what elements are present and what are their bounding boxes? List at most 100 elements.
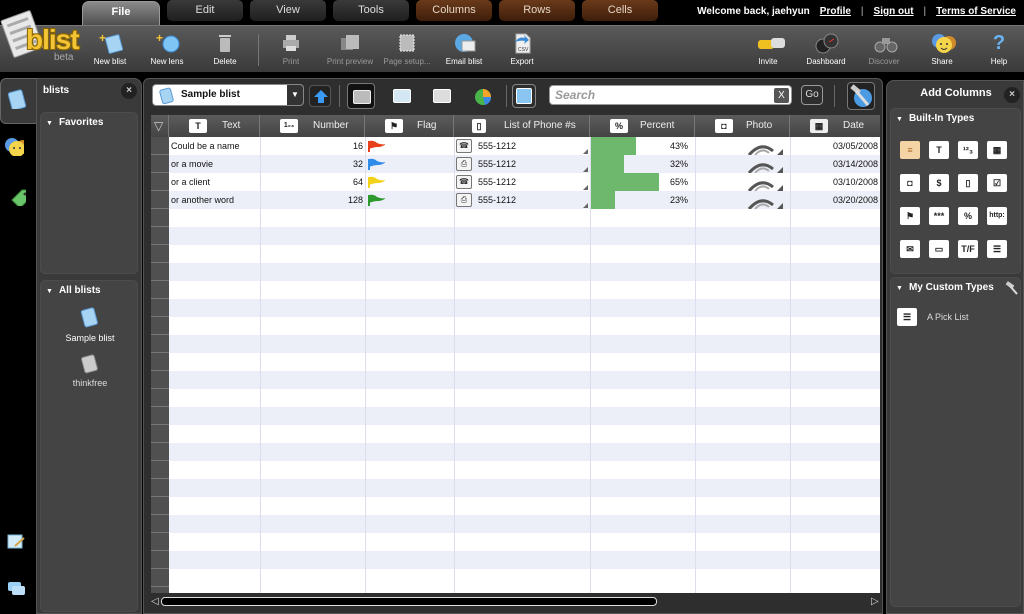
print-button[interactable]: Print (261, 32, 321, 66)
table-row[interactable] (169, 569, 880, 587)
row-handle[interactable] (151, 317, 169, 335)
search-field[interactable]: Search X (549, 85, 792, 105)
flag-icon[interactable] (367, 176, 385, 188)
clear-search-button[interactable]: X (774, 88, 789, 103)
cell-percent[interactable]: 43% (592, 137, 688, 155)
table-row[interactable] (169, 299, 880, 317)
table-row[interactable] (169, 227, 880, 245)
details-view-button[interactable] (512, 84, 536, 108)
delete-button[interactable]: Delete (195, 32, 255, 66)
tab-file[interactable]: File (82, 1, 160, 27)
cell-number[interactable]: 32 (262, 155, 363, 173)
row-handle[interactable] (151, 569, 169, 587)
column-type-phone-icon[interactable]: ▯ (958, 174, 978, 192)
table-row[interactable] (169, 245, 880, 263)
column-header-date[interactable]: ▦ Date (790, 115, 880, 137)
column-header-text[interactable]: T Text (169, 115, 260, 137)
close-panel-button[interactable]: × (121, 83, 137, 99)
up-arrow-button[interactable] (309, 85, 331, 107)
custom-types-header[interactable]: ▼ My Custom Types (896, 282, 994, 293)
table-row[interactable] (169, 461, 880, 479)
row-handle[interactable] (151, 479, 169, 497)
chat-bubbles-icon[interactable] (7, 580, 27, 600)
table-row[interactable] (169, 263, 880, 281)
cell-phone[interactable]: 555-1212 (478, 191, 574, 209)
cell-text[interactable]: Could be a name (171, 137, 258, 155)
tab-rows[interactable]: Rows (499, 0, 575, 21)
export-button[interactable]: CSV Export (492, 32, 552, 66)
column-type-percent-icon[interactable]: % (958, 207, 978, 225)
table-row[interactable] (169, 281, 880, 299)
tag-tab-icon[interactable] (6, 186, 26, 206)
row-handle[interactable] (151, 299, 169, 317)
column-type-url-icon[interactable]: http: (987, 207, 1007, 225)
cell-number[interactable]: 128 (262, 191, 363, 209)
column-header-photo[interactable]: ◘ Photo (695, 115, 790, 137)
row-handle[interactable] (151, 407, 169, 425)
column-type-checkbox-icon[interactable]: ☑ (987, 174, 1007, 192)
cell-expand-handle[interactable] (583, 203, 588, 208)
scrollbar-thumb[interactable] (161, 597, 657, 606)
new-lens-button[interactable]: + New lens (137, 31, 197, 66)
column-type-money-icon[interactable]: $ (929, 174, 949, 192)
table-row[interactable] (169, 317, 880, 335)
cell-date[interactable]: 03/14/2008 (792, 155, 878, 173)
cell-date[interactable]: 03/10/2008 (792, 173, 878, 191)
column-tools-button[interactable] (847, 82, 875, 110)
tab-columns[interactable]: Columns (416, 0, 492, 21)
row-handle[interactable] (151, 353, 169, 371)
photo-placeholder-icon[interactable] (747, 139, 783, 155)
cell-phone[interactable]: 555-1212 (478, 155, 574, 173)
flag-icon[interactable] (367, 140, 385, 152)
table-row[interactable] (169, 443, 880, 461)
row-handle[interactable] (151, 551, 169, 569)
cell-percent[interactable]: 23% (592, 191, 688, 209)
print-preview-button[interactable]: Print preview (320, 32, 380, 66)
photo-placeholder-icon[interactable] (747, 157, 783, 173)
discover-button[interactable]: Discover (854, 32, 914, 66)
column-header-number[interactable]: 1₂₃ Number (260, 115, 365, 137)
edit-note-icon[interactable] (7, 533, 27, 553)
page-setup-button[interactable]: Page setup... (377, 32, 437, 66)
cell-text[interactable]: or a client (171, 173, 258, 191)
row-handle[interactable] (151, 371, 169, 389)
cell-number[interactable]: 16 (262, 137, 363, 155)
row-handle[interactable] (151, 497, 169, 515)
table-row[interactable] (169, 371, 880, 389)
chart-view-button[interactable] (469, 83, 497, 109)
column-type-stars-icon[interactable]: *** (929, 207, 949, 225)
email-blist-button[interactable]: Email blist (434, 32, 494, 66)
cell-phone[interactable]: 555-1212 (478, 137, 574, 155)
column-type-email-icon[interactable]: ✉ (900, 240, 920, 258)
table-row[interactable] (169, 533, 880, 551)
column-type-flag-icon[interactable]: ⚑ (900, 207, 920, 225)
dashboard-button[interactable]: Dashboard (796, 32, 856, 66)
calendar-view-button[interactable] (428, 83, 456, 109)
cell-percent[interactable]: 32% (592, 155, 688, 173)
table-row[interactable] (169, 515, 880, 533)
blist-item-thinkfree[interactable]: thinkfree (41, 354, 139, 388)
blists-tab[interactable] (0, 78, 36, 124)
sign-out-link[interactable]: Sign out (874, 6, 914, 17)
column-header-percent[interactable]: % Percent (590, 115, 695, 137)
share-button[interactable]: Share (912, 32, 972, 66)
table-row[interactable] (169, 389, 880, 407)
column-header-phone[interactable]: ▯ List of Phone #s (454, 115, 590, 137)
table-row[interactable] (169, 407, 880, 425)
table-row[interactable] (169, 497, 880, 515)
row-handle[interactable] (151, 137, 169, 155)
tab-edit[interactable]: Edit (167, 0, 243, 21)
table-row[interactable]: or a client 64 ☎ 555-1212 65% 03/10/2008 (169, 173, 880, 191)
row-handle[interactable] (151, 281, 169, 299)
help-button[interactable]: ? Help (969, 32, 1024, 66)
go-button[interactable]: Go (801, 85, 823, 105)
row-handle[interactable] (151, 335, 169, 353)
row-handle[interactable] (151, 173, 169, 191)
cell-phone[interactable]: 555-1212 (478, 173, 574, 191)
cell-text[interactable]: or a movie (171, 155, 258, 173)
table-row[interactable] (169, 209, 880, 227)
row-handle[interactable] (151, 227, 169, 245)
table-row[interactable]: or a movie 32 ⎙ 555-1212 32% 03/14/2008 (169, 155, 880, 173)
row-handle[interactable] (151, 461, 169, 479)
blist-selector-dropdown[interactable]: Sample blist ▼ (152, 84, 304, 106)
